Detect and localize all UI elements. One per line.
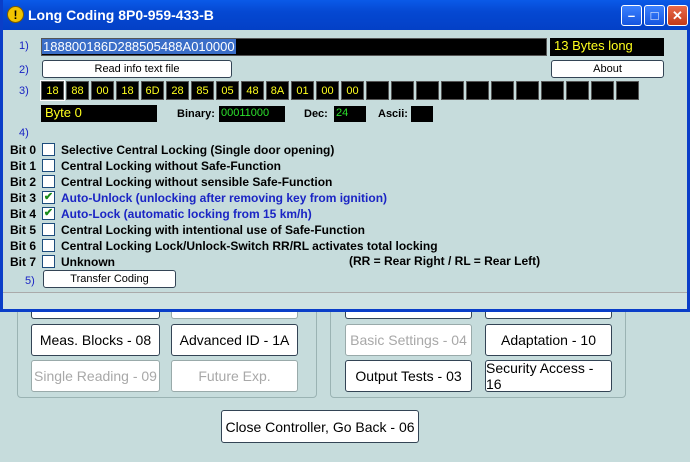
byte-cell[interactable]: 01: [291, 81, 314, 100]
bit-checkbox[interactable]: [42, 223, 55, 236]
byte-cell[interactable]: [466, 81, 489, 100]
byte-cell[interactable]: [391, 81, 414, 100]
byte-cell[interactable]: [591, 81, 614, 100]
output-tests-button[interactable]: Output Tests - 03: [345, 360, 472, 392]
selected-byte: Byte 0: [41, 105, 157, 122]
row-label-5: 5): [25, 275, 35, 287]
bit-label: Selective Central Locking (Single door o…: [61, 143, 335, 157]
bit-label: Central Locking with intentional use of …: [61, 223, 366, 237]
close-icon[interactable]: ✕: [667, 5, 688, 26]
byte-cell[interactable]: [366, 81, 389, 100]
basic-settings-button[interactable]: Basic Settings - 04: [345, 324, 472, 356]
bit-number: Bit 7: [10, 255, 37, 269]
byte-cell[interactable]: 8A: [266, 81, 289, 100]
bit-row[interactable]: Bit 5 Central Locking with intentional us…: [10, 222, 570, 238]
bit-label: Auto-Lock (automatic locking from 15 km/…: [61, 207, 312, 221]
bit-number: Bit 1: [10, 159, 37, 173]
adaptation-button[interactable]: Adaptation - 10: [485, 324, 612, 356]
row-label-4: 4): [19, 127, 29, 139]
binary-value: 00011000: [219, 106, 285, 122]
footnote: (RR = Rear Right / RL = Rear Left): [349, 254, 541, 268]
bit-checkbox[interactable]: [42, 239, 55, 252]
row-label-3: 3): [19, 85, 29, 97]
bit-label: Unknown: [61, 255, 115, 269]
row-label-2: 2): [19, 64, 29, 76]
byte-cell[interactable]: 00: [91, 81, 114, 100]
byte-cell[interactable]: 6D: [141, 81, 164, 100]
bit-label: Auto-Unlock (unlocking after removing ke…: [61, 191, 388, 205]
minimize-icon[interactable]: –: [621, 5, 642, 26]
title-bar: ! Long Coding 8P0-959-433-B – □ ✕: [3, 0, 690, 30]
bit-checkbox[interactable]: [42, 159, 55, 172]
bit-checkbox[interactable]: [42, 143, 55, 156]
bit-number: Bit 3: [10, 191, 37, 205]
about-button[interactable]: About: [551, 60, 664, 78]
bit-row[interactable]: Bit 6 Central Locking Lock/Unlock-Switch …: [10, 238, 570, 254]
bit-checkbox[interactable]: ✔: [42, 191, 55, 204]
coding-value: 188800186D288505488A010000: [42, 39, 236, 54]
bit-label: Central Locking without sensible Safe-Fu…: [61, 175, 333, 189]
byte-cell[interactable]: 85: [191, 81, 214, 100]
info-icon: !: [7, 6, 24, 23]
byte-cell[interactable]: 28: [166, 81, 189, 100]
bit-row[interactable]: Bit 7 Unknown: [10, 254, 310, 270]
meas-blocks-button[interactable]: Meas. Blocks - 08: [31, 324, 160, 356]
close-controller-button[interactable]: Close Controller, Go Back - 06: [221, 410, 419, 443]
read-info-button[interactable]: Read info text file: [42, 60, 232, 78]
byte-cell[interactable]: 05: [216, 81, 239, 100]
byte-cell[interactable]: [516, 81, 539, 100]
dec-value: 24: [334, 106, 366, 122]
status-bar: [3, 292, 687, 309]
byte-cell[interactable]: 88: [66, 81, 89, 100]
bit-label: Central Locking Lock/Unlock-Switch RR/RL…: [61, 239, 438, 253]
byte-grid: 18 88 00 18 6D 28 85 05 48 8A 01 00 00: [40, 80, 641, 101]
bit-number: Bit 2: [10, 175, 37, 189]
byte-cell[interactable]: [566, 81, 589, 100]
transfer-coding-button[interactable]: Transfer Coding: [43, 270, 176, 288]
ascii-label: Ascii:: [378, 108, 408, 120]
row-label-1: 1): [19, 40, 29, 52]
byte-cell[interactable]: [541, 81, 564, 100]
bit-checkbox[interactable]: ✔: [42, 207, 55, 220]
byte-cell[interactable]: 00: [341, 81, 364, 100]
bit-label: Central Locking without Safe-Function: [61, 159, 281, 173]
byte-length-indicator: 13 Bytes long: [550, 38, 664, 56]
bit-number: Bit 0: [10, 143, 37, 157]
bit-checkbox[interactable]: [42, 175, 55, 188]
byte-cell[interactable]: [441, 81, 464, 100]
advanced-id-button[interactable]: Advanced ID - 1A: [171, 324, 298, 356]
window-title: Long Coding 8P0-959-433-B: [28, 7, 214, 23]
bit-row[interactable]: Bit 0 Selective Central Locking (Single d…: [10, 142, 570, 158]
coding-input[interactable]: 188800186D288505488A010000: [41, 38, 547, 56]
ascii-value: [411, 106, 433, 122]
byte-cell[interactable]: 48: [241, 81, 264, 100]
bit-checkbox[interactable]: [42, 255, 55, 268]
future-exp-button[interactable]: Future Exp.: [171, 360, 298, 392]
bit-row[interactable]: Bit 4 ✔ Auto-Lock (automatic locking from …: [10, 206, 570, 222]
binary-label: Binary:: [177, 108, 215, 120]
maximize-icon[interactable]: □: [644, 5, 665, 26]
bit-row[interactable]: Bit 3 ✔ Auto-Unlock (unlocking after remov…: [10, 190, 570, 206]
long-coding-dialog: ! Long Coding 8P0-959-433-B – □ ✕ 1) 188…: [0, 0, 690, 312]
bit-row[interactable]: Bit 1 Central Locking without Safe-Functi…: [10, 158, 570, 174]
byte-cell[interactable]: [616, 81, 639, 100]
byte-cell[interactable]: 18: [116, 81, 139, 100]
byte-cell[interactable]: 18: [40, 80, 65, 101]
bit-number: Bit 5: [10, 223, 37, 237]
security-access-button[interactable]: Security Access - 16: [485, 360, 612, 392]
byte-cell[interactable]: 00: [316, 81, 339, 100]
single-reading-button[interactable]: Single Reading - 09: [31, 360, 160, 392]
bit-row[interactable]: Bit 2 Central Locking without sensible Sa…: [10, 174, 570, 190]
bit-number: Bit 4: [10, 207, 37, 221]
dec-label: Dec:: [304, 108, 328, 120]
byte-cell[interactable]: [416, 81, 439, 100]
bit-number: Bit 6: [10, 239, 37, 253]
byte-cell[interactable]: [491, 81, 514, 100]
